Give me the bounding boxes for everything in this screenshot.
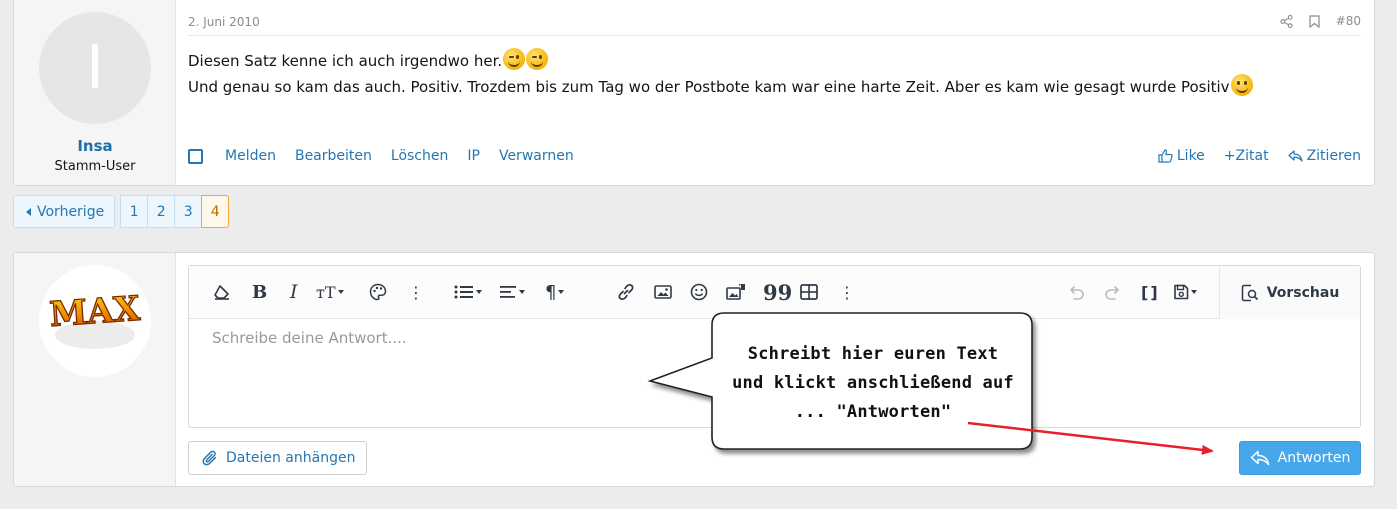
clear-format-icon[interactable] xyxy=(213,280,231,304)
multiquote-button[interactable]: +Zitat xyxy=(1224,148,1269,164)
preview-icon xyxy=(1241,284,1258,301)
submit-label: Antworten xyxy=(1277,450,1351,466)
page-link-3[interactable]: 3 xyxy=(174,195,203,228)
callout-line2: und klickt anschließend auf xyxy=(732,373,1014,393)
callout-text: Schreibt hier euren Text und klickt ansc… xyxy=(714,340,1032,427)
attach-files-button[interactable]: Dateien anhängen xyxy=(188,441,368,475)
attach-label: Dateien anhängen xyxy=(226,450,356,466)
more-text-options-icon[interactable]: ⋮ xyxy=(408,280,424,304)
max-logo-icon: MAX xyxy=(48,288,143,349)
post-header-divider xyxy=(188,35,1361,36)
svg-text:MAX: MAX xyxy=(48,289,142,335)
avatar-letter: I xyxy=(86,33,104,103)
smile-emoji-icon xyxy=(1230,74,1253,96)
bookmark-icon[interactable] xyxy=(1309,14,1320,28)
previous-label: Vorherige xyxy=(37,203,105,220)
avatar[interactable]: MAX xyxy=(39,265,151,377)
paragraph-icon[interactable]: ¶ xyxy=(545,280,565,304)
undo-icon[interactable] xyxy=(1067,280,1085,304)
reply-arrow-icon xyxy=(1250,450,1269,466)
quote-label: Zitieren xyxy=(1306,148,1361,164)
align-icon[interactable] xyxy=(499,280,525,304)
post-body-line2: Und genau so kam das auch. Positiv. Troz… xyxy=(188,78,1230,96)
redo-icon[interactable] xyxy=(1104,280,1122,304)
post-number[interactable]: #80 xyxy=(1336,14,1361,28)
list-icon[interactable] xyxy=(454,280,482,304)
post-action-bar: Melden Bearbeiten Löschen IP Verwarnen xyxy=(188,148,593,164)
submit-reply-button[interactable]: Antworten xyxy=(1239,441,1361,475)
bold-icon[interactable]: B xyxy=(252,280,267,304)
warn-link[interactable]: Verwarnen xyxy=(499,148,574,164)
palette-icon[interactable] xyxy=(369,280,387,304)
italic-icon[interactable]: I xyxy=(290,280,298,304)
editor-toolbar: B I ᴛT ⋮ ¶ 99 ⋮ [] Vorschau xyxy=(189,266,1360,319)
reply-textarea[interactable]: Schreibe deine Antwort.... xyxy=(212,329,407,347)
select-post-checkbox[interactable] xyxy=(188,148,203,164)
save-draft-icon[interactable] xyxy=(1173,280,1197,304)
bbcode-toggle-icon[interactable]: [] xyxy=(1141,280,1160,304)
image-icon[interactable] xyxy=(654,280,672,304)
user-title: Stamm-User xyxy=(54,159,136,174)
avatar[interactable]: I xyxy=(39,12,151,124)
post-main: 2. Juni 2010 #80 Diesen Satz kenne ich a… xyxy=(176,0,1374,185)
media-gallery-icon[interactable] xyxy=(726,280,746,304)
preview-button[interactable]: Vorschau xyxy=(1219,266,1360,319)
post-header-actions: #80 xyxy=(1280,14,1361,28)
post-user-cell: I Insa Stamm-User xyxy=(14,0,176,185)
post-date[interactable]: 2. Juni 2010 xyxy=(188,15,260,29)
quote-button[interactable]: Zitieren xyxy=(1287,148,1361,164)
thumbs-up-icon xyxy=(1158,149,1173,163)
wink-emoji-icon xyxy=(526,48,549,70)
quote-icon[interactable]: 99 xyxy=(763,280,792,305)
page-link-2[interactable]: 2 xyxy=(147,195,176,228)
more-insert-options-icon[interactable]: ⋮ xyxy=(839,280,855,304)
reply-user-cell: MAX xyxy=(14,253,176,486)
post-message: I Insa Stamm-User 2. Juni 2010 #80 Diese… xyxy=(13,0,1375,186)
preview-label: Vorschau xyxy=(1266,284,1340,301)
delete-link[interactable]: Löschen xyxy=(391,148,448,164)
page-link-1[interactable]: 1 xyxy=(120,195,149,228)
post-reaction-bar: Like +Zitat Zitieren xyxy=(1158,148,1361,164)
wink-emoji-icon xyxy=(503,48,526,70)
pagination: Vorherige 1 2 3 4 xyxy=(13,195,230,228)
post-body-line1: Diesen Satz kenne ich auch irgendwo her. xyxy=(188,52,503,70)
link-icon[interactable] xyxy=(616,280,636,304)
smiley-icon[interactable] xyxy=(690,280,708,304)
post-body: Diesen Satz kenne ich auch irgendwo her.… xyxy=(188,48,1253,100)
font-size-icon[interactable]: ᴛT xyxy=(316,280,344,304)
username[interactable]: Insa xyxy=(14,137,176,155)
paperclip-icon xyxy=(202,450,217,465)
edit-link[interactable]: Bearbeiten xyxy=(295,148,372,164)
previous-page-button[interactable]: Vorherige xyxy=(13,195,116,228)
ip-link[interactable]: IP xyxy=(467,148,480,164)
callout-line3: ... "Antworten" xyxy=(794,402,952,422)
table-icon[interactable] xyxy=(800,280,818,304)
quick-reply: MAX B I ᴛT ⋮ ¶ 99 ⋮ [] Vorschau Schreibe… xyxy=(13,252,1375,487)
page-link-current[interactable]: 4 xyxy=(201,195,230,228)
report-link[interactable]: Melden xyxy=(225,148,276,164)
like-button[interactable]: Like xyxy=(1158,148,1205,164)
reply-arrow-icon xyxy=(1287,150,1303,162)
like-label: Like xyxy=(1176,148,1205,164)
share-icon[interactable] xyxy=(1280,14,1293,28)
callout-line1: Schreibt hier euren Text xyxy=(747,344,999,364)
chevron-left-icon xyxy=(26,207,31,216)
